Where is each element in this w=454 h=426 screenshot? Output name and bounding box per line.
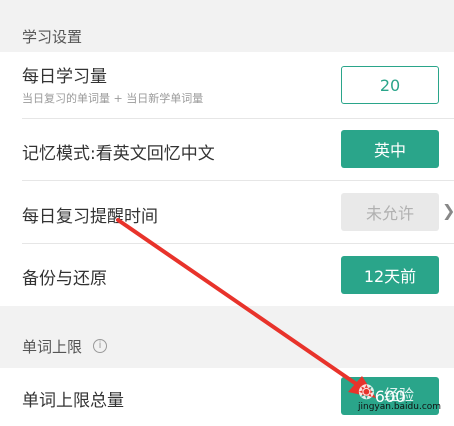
word-limit-total-button[interactable]: 600 (341, 377, 439, 415)
review-reminder-button[interactable]: 未允许 (341, 193, 439, 231)
daily-amount-sublabel: 当日复习的单词量 + 当日新学单词量 (22, 92, 204, 105)
section-title-word-limit: 单词上限 (22, 338, 83, 356)
backup-restore-button[interactable]: 12天前 (341, 256, 439, 294)
review-reminder-label: 每日复习提醒时间 (22, 207, 158, 227)
word-limit-total-row: 单词上限总量 600 (0, 368, 454, 426)
review-reminder-row: 每日复习提醒时间 未允许 ❯ (0, 181, 454, 244)
backup-restore-label: 备份与还原 (22, 269, 107, 289)
backup-restore-row: 备份与还原 12天前 (0, 244, 454, 306)
info-icon[interactable]: i (93, 339, 107, 353)
section-header-word-limit: 单词上限 i (0, 306, 454, 368)
word-limit-total-label: 单词上限总量 (22, 391, 124, 411)
memory-mode-label: 记忆模式:看英文回忆中文 (22, 144, 215, 164)
memory-mode-button[interactable]: 英中 (341, 130, 439, 168)
chevron-right-icon[interactable]: ❯ (442, 201, 454, 220)
daily-amount-row: 每日学习量 当日复习的单词量 + 当日新学单词量 20 (0, 52, 454, 119)
daily-amount-label: 每日学习量 (22, 67, 107, 87)
section-header-study-settings: 学习设置 (0, 0, 454, 52)
memory-mode-row: 记忆模式:看英文回忆中文 英中 (0, 119, 454, 181)
daily-amount-input[interactable]: 20 (341, 66, 439, 104)
section-title-study-settings: 学习设置 (22, 28, 83, 46)
